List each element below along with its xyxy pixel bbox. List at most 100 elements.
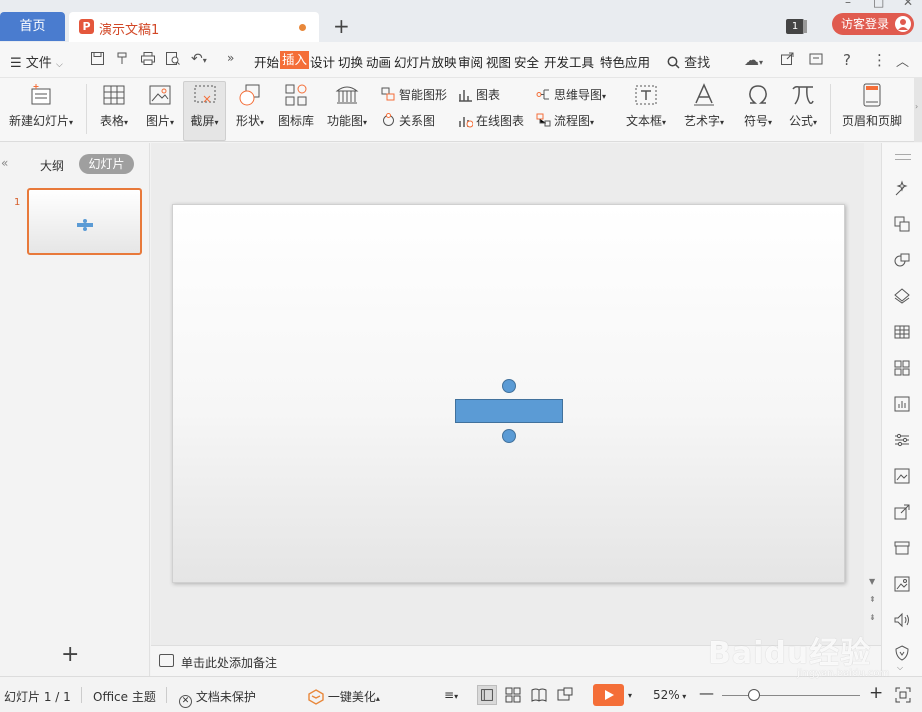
slide-sorter-icon[interactable] (503, 685, 523, 705)
tab-developer[interactable]: 开发工具 (544, 52, 594, 71)
header-footer-button[interactable]: 页眉和页脚 (838, 82, 906, 129)
shape-rectangle[interactable] (455, 399, 563, 423)
picture-icon[interactable] (893, 575, 911, 593)
collapse-panel-icon[interactable]: « (1, 156, 8, 170)
grid-apps-icon[interactable] (893, 359, 911, 377)
visitor-login-button[interactable]: 访客登录 (832, 13, 914, 35)
tab-slideshow[interactable]: 幻灯片放映 (394, 52, 457, 71)
ribbon-scroll-right[interactable]: › (914, 78, 922, 142)
share-out-icon[interactable] (893, 503, 911, 521)
format-painter-icon[interactable] (115, 51, 130, 70)
function-chart-button[interactable]: 功能图▾ (323, 82, 371, 129)
tab-home[interactable]: 首页 (0, 12, 65, 41)
presenter-view-icon[interactable] (555, 685, 575, 705)
undo-icon[interactable]: ↶▾ (191, 51, 207, 67)
print-icon[interactable] (140, 51, 156, 70)
table-button[interactable]: 表格▾ (94, 82, 134, 129)
magic-icon[interactable] (893, 179, 911, 197)
tab-insert[interactable]: 插入 (280, 51, 310, 69)
layers-icon[interactable] (893, 287, 911, 305)
copy-style-icon[interactable] (893, 215, 911, 233)
formula-button[interactable]: 公式▾ (784, 82, 822, 129)
tab-special-apps[interactable]: 特色应用 (600, 52, 650, 71)
document-protection[interactable]: ✕ 文档未保护 (179, 688, 256, 708)
tab-transition[interactable]: 切换 (338, 52, 363, 71)
scroll-down-icon[interactable]: ▼ (869, 577, 875, 586)
help-icon[interactable]: ? (843, 51, 851, 69)
search-button[interactable]: 查找 (667, 52, 710, 71)
online-chart-button[interactable]: 在线图表 (458, 112, 524, 129)
cloud-icon[interactable]: ☁▾ (744, 51, 763, 69)
tab-outline[interactable]: 大纲 (40, 157, 64, 174)
minimize-icon[interactable]: – (845, 0, 851, 8)
shape-button[interactable]: 形状▾ (230, 82, 270, 129)
align-menu-icon[interactable]: ≡▾ (444, 688, 458, 702)
share-icon[interactable] (780, 51, 795, 70)
collapse-ribbon-icon[interactable]: ︿ (896, 51, 909, 70)
zoom-slider-knob[interactable] (748, 689, 760, 701)
save-icon[interactable] (90, 51, 105, 70)
screenshot-button[interactable]: 截屏▾ (183, 81, 226, 141)
reading-view-icon[interactable] (529, 685, 549, 705)
chart-icon[interactable] (893, 395, 911, 413)
slide[interactable] (172, 204, 845, 583)
fit-window-icon[interactable] (895, 687, 911, 703)
vertical-scrollbar[interactable]: ▼ ⇞ ⇟ (864, 143, 881, 645)
notes-placeholder: 单击此处添加备注 (181, 656, 278, 670)
smart-shape-button[interactable]: 智能图形 (381, 86, 447, 103)
zoom-out-button[interactable]: — (699, 684, 714, 702)
add-slide-button[interactable]: + (61, 644, 79, 666)
shape-circle-bottom[interactable] (502, 429, 516, 443)
slide-panel: « 大纲 幻灯片 1 + (0, 143, 150, 676)
more-options-icon[interactable]: ⋮ (872, 51, 887, 69)
normal-view-icon[interactable] (477, 685, 497, 705)
textbox-button[interactable]: 文本框▾ (623, 82, 669, 129)
window-count-badge[interactable]: 1 (786, 19, 804, 34)
audio-icon[interactable] (893, 611, 911, 629)
zoom-in-button[interactable]: + (869, 683, 883, 703)
tab-view[interactable]: 视图 (486, 52, 511, 71)
flowchart-button[interactable]: 流程图▾ (536, 112, 594, 129)
table-style-icon[interactable] (893, 323, 911, 341)
relation-chart-button[interactable]: 关系图 (381, 112, 435, 129)
picture-button[interactable]: 图片▾ (140, 82, 180, 129)
maximize-icon[interactable]: □ (873, 0, 884, 8)
mind-map-button[interactable]: 思维导图▾ (536, 86, 606, 103)
close-icon[interactable]: ✕ (903, 0, 913, 8)
tab-review[interactable]: 审阅 (458, 52, 483, 71)
tab-design[interactable]: 设计 (310, 52, 335, 71)
tab-security[interactable]: 安全 (514, 52, 539, 71)
export-icon[interactable] (808, 51, 824, 70)
chevron-down-icon[interactable]: ⌵ (897, 663, 903, 673)
archive-icon[interactable] (893, 539, 911, 557)
chart-button[interactable]: 图表 (458, 86, 500, 103)
shield-icon[interactable] (893, 644, 911, 662)
tab-home-ribbon[interactable]: 开始 (254, 52, 279, 71)
new-slide-button[interactable]: 新建幻灯片▾ (6, 82, 76, 129)
shape-fill-icon[interactable] (893, 251, 911, 269)
print-preview-icon[interactable] (165, 51, 181, 70)
new-tab-button[interactable]: + (333, 14, 350, 38)
status-bar: 幻灯片 1 / 1 Office 主题 ✕ 文档未保护 一键美化▴ ≡▾ ▾ 5… (0, 676, 922, 712)
theme-name[interactable]: Office 主题 (93, 688, 156, 705)
slide-thumbnail[interactable] (27, 188, 142, 255)
adjust-icon[interactable] (893, 431, 911, 449)
shape-circle-top[interactable] (502, 379, 516, 393)
prev-slide-icon[interactable]: ⇞ (869, 595, 876, 604)
file-menu[interactable]: ☰ 文件 ⌵ (10, 52, 63, 71)
icon-library-button[interactable]: 图标库 (276, 82, 316, 129)
image-search-icon[interactable] (893, 467, 911, 485)
tab-document[interactable]: P 演示文稿1 (69, 12, 319, 42)
beautify-button[interactable]: 一键美化▴ (308, 688, 380, 705)
play-slideshow-button[interactable] (593, 684, 624, 706)
more-icon[interactable]: » (227, 51, 234, 65)
file-menu-label: 文件 (25, 56, 52, 71)
zoom-slider[interactable] (722, 695, 860, 696)
next-slide-icon[interactable]: ⇟ (869, 613, 876, 622)
word-art-button[interactable]: 艺术字▾ (680, 82, 728, 129)
zoom-level[interactable]: 52% ▾ (653, 688, 686, 702)
symbol-button[interactable]: 符号▾ (739, 82, 777, 129)
slideshow-options-icon[interactable]: ▾ (628, 691, 632, 700)
tab-slides[interactable]: 幻灯片 (79, 154, 134, 174)
tab-animation[interactable]: 动画 (366, 52, 391, 71)
